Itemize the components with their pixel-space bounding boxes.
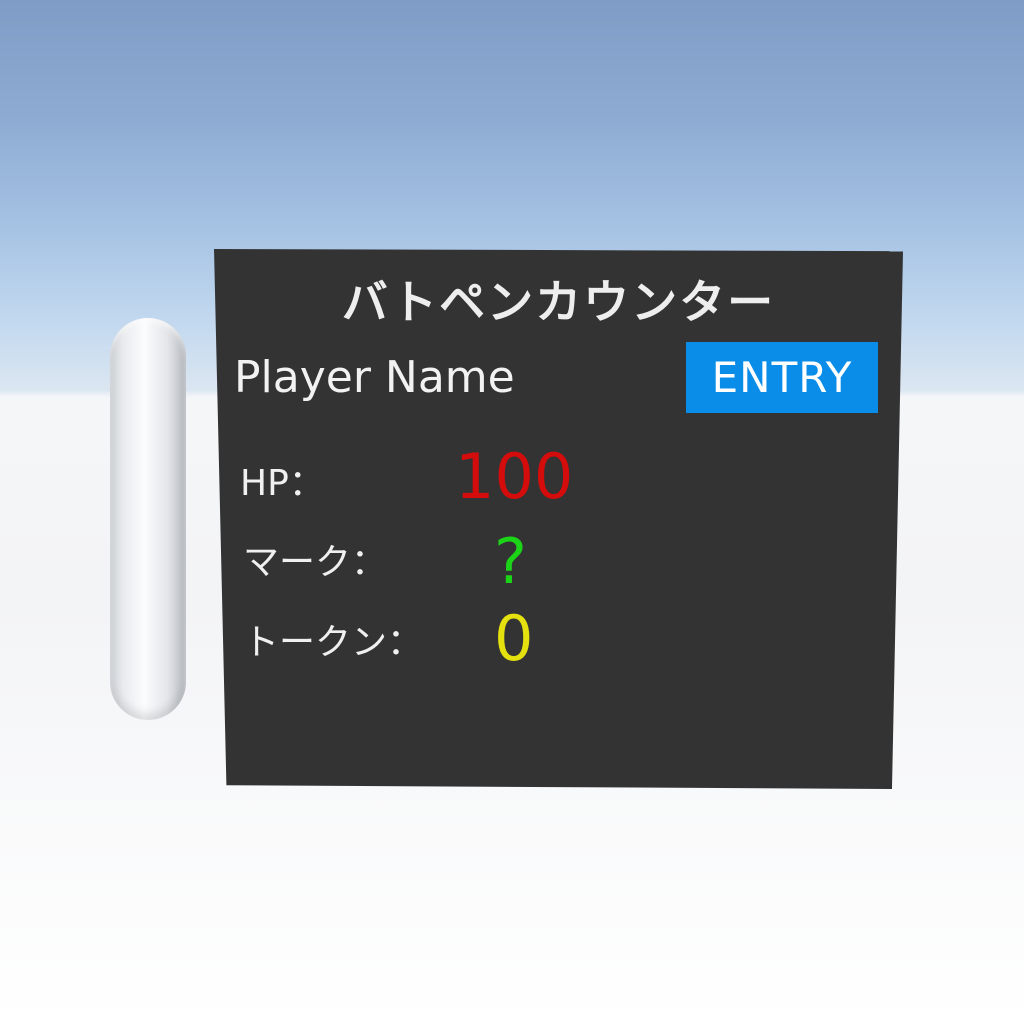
- game-scene: バトペンカウンター Player Name ENTRY HP： 100 マーク：…: [0, 0, 1024, 1024]
- hp-label: HP：: [240, 463, 325, 504]
- token-value: 0: [494, 602, 534, 675]
- token-label: トークン：: [243, 622, 424, 663]
- entry-button[interactable]: ENTRY: [686, 342, 878, 413]
- white-capsule-pillar: [110, 318, 186, 720]
- mark-value: ?: [494, 525, 527, 598]
- player-name-label: Player Name: [234, 352, 515, 403]
- mark-label: マーク：: [243, 542, 388, 583]
- hp-value: 100: [455, 440, 574, 513]
- panel-title: バトペンカウンター: [341, 275, 776, 329]
